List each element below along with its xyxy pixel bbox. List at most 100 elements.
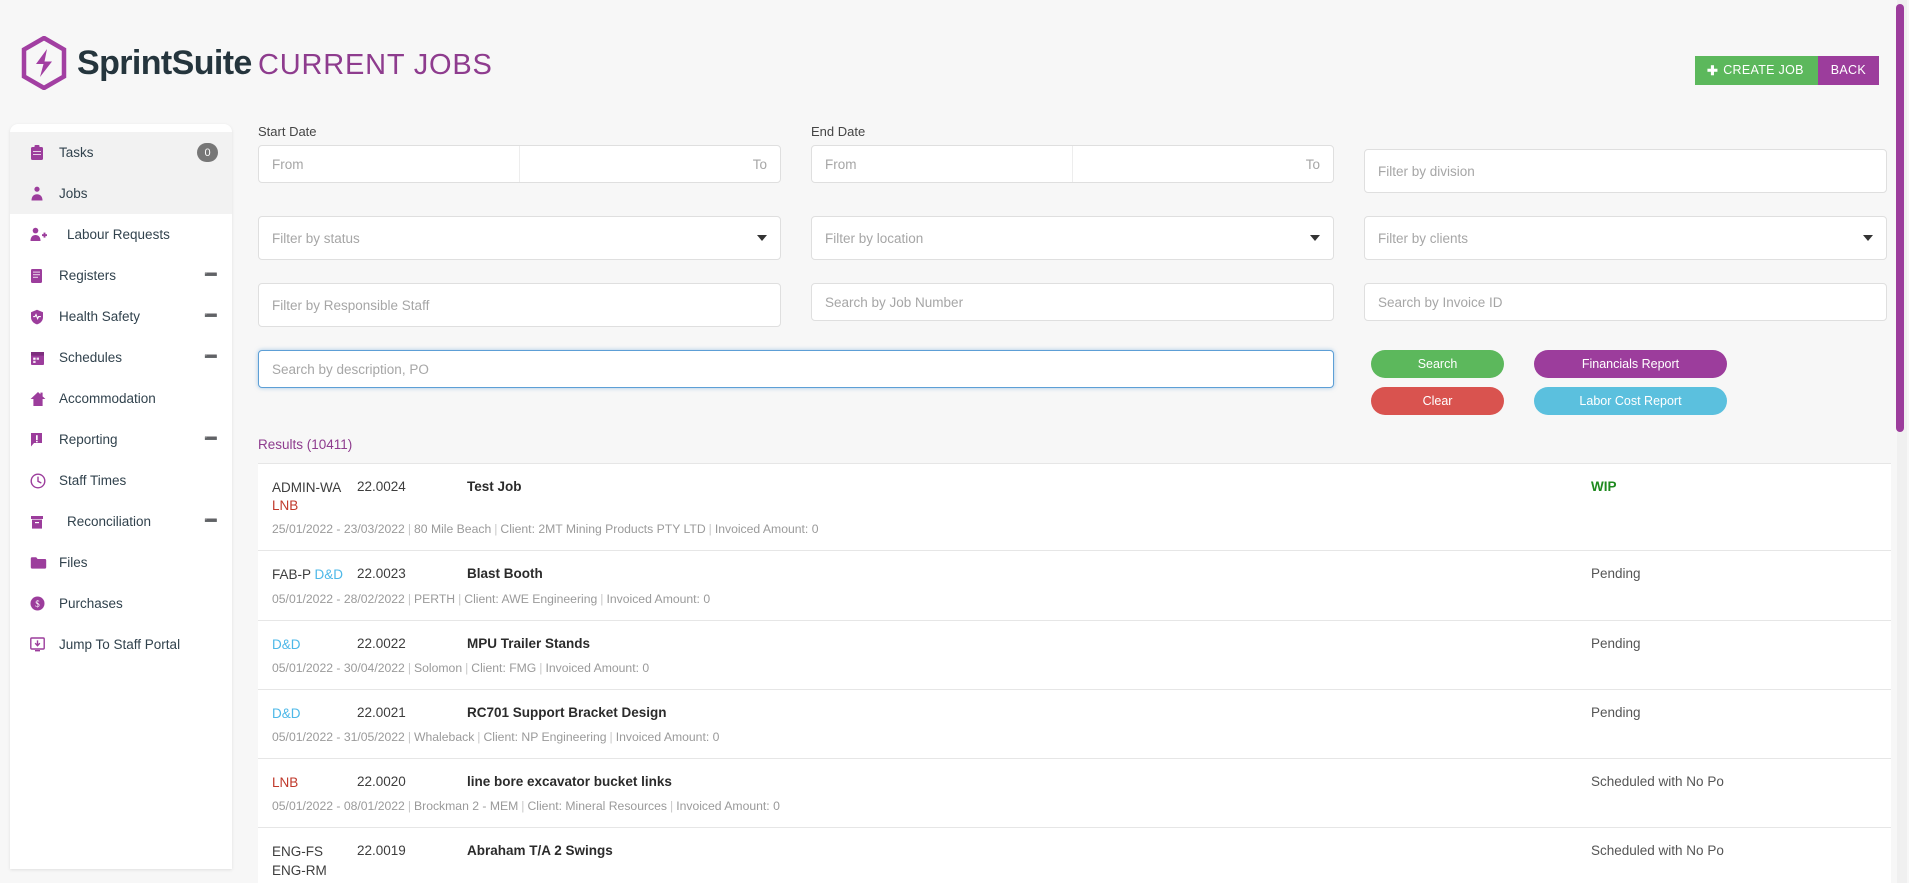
- job-code: ENG-FS ENG-RM: [272, 843, 357, 879]
- start-date-range[interactable]: From To: [258, 145, 781, 183]
- job-summary: ADMIN-WA LNB 22.0024 Test Job 25/01/2022…: [258, 479, 1591, 536]
- create-job-button[interactable]: ✚ CREATE JOB: [1694, 56, 1818, 85]
- sidebar-item-schedules[interactable]: Schedules ➖: [10, 337, 232, 378]
- table-row[interactable]: FAB-P D&D 22.0023 Blast Booth 05/01/2022…: [258, 551, 1891, 621]
- job-top-line: FAB-P D&D 22.0023 Blast Booth: [272, 566, 1591, 584]
- sidebar-item-labour-requests[interactable]: Labour Requests: [10, 214, 232, 255]
- division-group: Filter by division: [1364, 124, 1887, 193]
- chevron-down-icon[interactable]: ➖: [204, 516, 218, 527]
- job-tag: LNB: [272, 775, 299, 791]
- job-meta: 05/01/2022 - 28/02/2022 | PERTH | Client: AW…: [272, 591, 711, 606]
- job-summary: LNB 22.0020 line bore excavator bucket l…: [258, 774, 1591, 813]
- job-invoiced: Invoiced Amount: 0: [606, 591, 711, 606]
- chevron-down-icon[interactable]: ➖: [204, 311, 218, 322]
- page-scrollbar-track[interactable]: [1896, 0, 1907, 883]
- job-description: line bore excavator bucket links: [467, 774, 672, 790]
- job-code: FAB-P D&D: [272, 566, 357, 584]
- sidebar-item-staff-times[interactable]: Staff Times: [10, 460, 232, 501]
- sidebar-item-files[interactable]: Files: [10, 542, 232, 583]
- financials-report-button[interactable]: Financials Report: [1534, 350, 1727, 378]
- location-filter-value: Filter by location: [825, 230, 924, 246]
- table-row[interactable]: D&D 22.0021 RC701 Support Bracket Design…: [258, 690, 1891, 760]
- person-add-icon: [30, 227, 49, 243]
- chevron-down-icon: [757, 235, 767, 241]
- sidebar-item-label: Staff Times: [59, 473, 127, 488]
- sidebar-item-jump-to-staff-portal[interactable]: Jump To Staff Portal: [10, 624, 232, 665]
- svg-text:$: $: [35, 599, 40, 609]
- table-row[interactable]: D&D 22.0022 MPU Trailer Stands 05/01/202…: [258, 621, 1891, 690]
- sidebar-item-label: Health Safety: [59, 309, 141, 324]
- job-description: RC701 Support Bracket Design: [467, 704, 667, 720]
- sidebar-item-reconciliation[interactable]: Reconciliation ➖: [10, 501, 232, 542]
- clipboard-icon: [30, 144, 49, 161]
- filter-row-4: Search by description, PO Search Financi…: [258, 350, 1891, 415]
- end-date-from-input[interactable]: From: [812, 146, 1072, 182]
- status-badge: Scheduled with No Po: [1591, 774, 1724, 790]
- sidebar-item-jobs[interactable]: Jobs: [10, 173, 232, 214]
- responsible-staff-filter-input[interactable]: Filter by Responsible Staff: [258, 283, 781, 327]
- status-filter-select[interactable]: Filter by status: [258, 216, 781, 260]
- start-date-from-input[interactable]: From: [259, 146, 519, 182]
- sidebar-item-purchases[interactable]: $ Purchases: [10, 583, 232, 624]
- filter-row-2: Filter by status Filter by location Filt…: [258, 216, 1891, 260]
- shield-heart-icon: [30, 309, 49, 325]
- sidebar-item-tasks[interactable]: Tasks 0: [10, 132, 232, 173]
- monitor-arrow-icon: [30, 637, 49, 652]
- status-badge: Pending: [1591, 704, 1641, 720]
- status-badge: Pending: [1591, 566, 1641, 582]
- job-dates: 05/01/2022 - 30/04/2022: [272, 660, 405, 675]
- table-row[interactable]: LNB 22.0020 line bore excavator bucket l…: [258, 759, 1891, 829]
- sidebar-item-health-safety[interactable]: Health Safety ➖: [10, 296, 232, 337]
- page-scrollbar-thumb[interactable]: [1896, 4, 1904, 432]
- chevron-down-icon[interactable]: ➖: [204, 352, 218, 363]
- invoice-id-search-input[interactable]: Search by Invoice ID: [1364, 283, 1887, 321]
- description-search-input[interactable]: Search by description, PO: [258, 350, 1334, 388]
- job-number: 22.0021: [357, 704, 406, 720]
- labor-cost-report-button[interactable]: Labor Cost Report: [1534, 387, 1727, 415]
- location-filter-select[interactable]: Filter by location: [811, 216, 1334, 260]
- tasks-badge: 0: [197, 143, 218, 162]
- job-top-line: LNB 22.0020 line bore excavator bucket l…: [272, 774, 1591, 792]
- division-filter-input[interactable]: Filter by division: [1364, 149, 1887, 193]
- plus-icon: ✚: [1706, 62, 1719, 78]
- start-date-to-input[interactable]: To: [520, 146, 780, 182]
- sidebar-item-registers[interactable]: Registers ➖: [10, 255, 232, 296]
- sidebar-item-label: Reconciliation: [67, 514, 152, 529]
- end-date-range[interactable]: From To: [811, 145, 1334, 183]
- sidebar-item-accommodation[interactable]: Accommodation: [10, 378, 232, 419]
- clients-filter-select[interactable]: Filter by clients: [1364, 216, 1887, 260]
- job-number: 22.0024: [357, 479, 406, 494]
- table-row[interactable]: ADMIN-WA LNB 22.0024 Test Job 25/01/2022…: [258, 464, 1891, 552]
- job-dates: 05/01/2022 - 31/05/2022: [272, 730, 405, 745]
- job-number: 22.0023: [357, 566, 406, 582]
- job-description: Abraham T/A 2 Swings: [467, 843, 613, 859]
- sidebar-item-label: Jobs: [59, 186, 88, 201]
- clear-button[interactable]: Clear: [1371, 387, 1504, 415]
- sidebar-item-reporting[interactable]: Reporting ➖: [10, 419, 232, 460]
- job-number-search-input[interactable]: Search by Job Number: [811, 283, 1334, 321]
- brand-logo[interactable]: SprintSuite: [20, 36, 252, 90]
- job-client: Client: 2MT Mining Products PTY LTD: [500, 522, 706, 537]
- sidebar-item-label: Purchases: [59, 596, 123, 611]
- chevron-down-icon[interactable]: ➖: [204, 434, 218, 445]
- folder-icon: [30, 556, 49, 570]
- start-date-label: Start Date: [258, 124, 317, 139]
- header-actions: ✚ CREATE JOB BACK: [1694, 56, 1879, 85]
- job-code: LNB: [272, 774, 357, 792]
- end-date-label: End Date: [811, 124, 866, 139]
- back-button[interactable]: BACK: [1817, 56, 1879, 85]
- job-location: PERTH: [414, 591, 456, 606]
- job-client: Client: AWE Engineering: [464, 591, 598, 606]
- job-top-line: ADMIN-WA LNB 22.0024 Test Job: [272, 479, 1591, 515]
- search-button[interactable]: Search: [1371, 350, 1504, 378]
- job-summary: FAB-P D&D 22.0023 Blast Booth 05/01/2022…: [258, 566, 1591, 605]
- end-date-to-input[interactable]: To: [1073, 146, 1333, 182]
- job-dates: 05/01/2022 - 28/02/2022: [272, 591, 405, 606]
- job-summary: D&D 22.0022 MPU Trailer Stands 05/01/202…: [258, 636, 1591, 675]
- chevron-down-icon[interactable]: ➖: [204, 270, 218, 281]
- calendar-icon: [30, 350, 49, 366]
- archive-box-icon: [30, 514, 49, 530]
- job-client: Client: FMG: [471, 660, 537, 675]
- job-client: Client: Mineral Resources: [527, 799, 668, 814]
- table-row[interactable]: ENG-FS ENG-RM 22.0019 Abraham T/A 2 Swin…: [258, 828, 1891, 883]
